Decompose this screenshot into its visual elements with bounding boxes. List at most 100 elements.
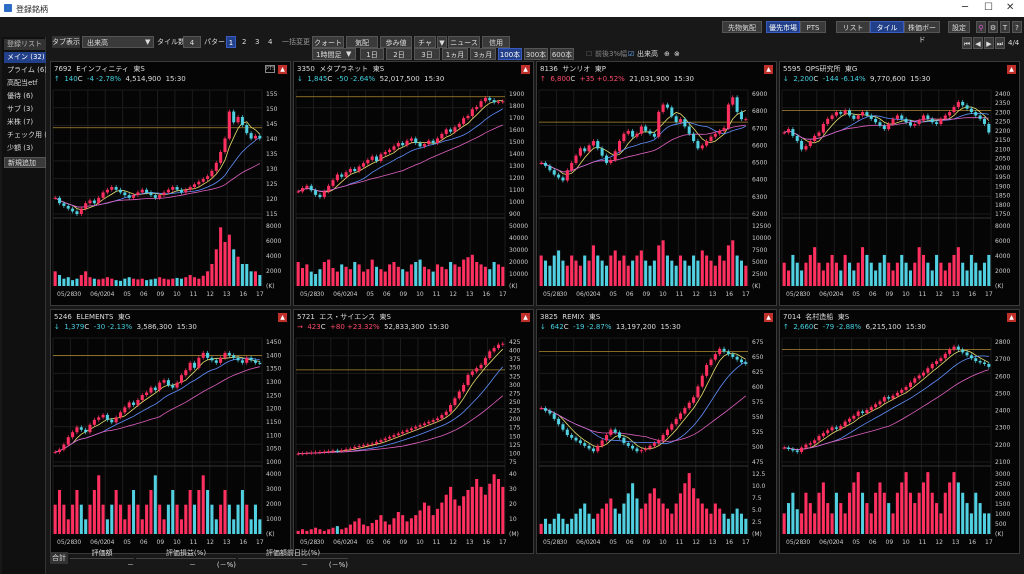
sidebar-item-benefits[interactable]: 優待 (6) bbox=[4, 91, 46, 102]
range-3d-button[interactable]: 3日 bbox=[414, 48, 440, 60]
alert-icon[interactable]: ▲ bbox=[1007, 65, 1016, 74]
candle bbox=[466, 115, 470, 119]
bars-600-button[interactable]: 600本 bbox=[550, 48, 574, 60]
chart-panel[interactable]: 7014 名村造船 東S ↑ 2,660C -79 -2.88% 6,215,1… bbox=[779, 309, 1020, 554]
close-icon[interactable]: ✕ bbox=[1006, 2, 1014, 13]
bars-300-button[interactable]: 300本 bbox=[524, 48, 548, 60]
settings-button[interactable]: 設定 bbox=[948, 21, 970, 33]
minimize-icon[interactable]: ─ bbox=[962, 2, 968, 13]
volume-bar bbox=[826, 262, 830, 286]
candle bbox=[449, 405, 453, 412]
volume: 52,017,500 bbox=[379, 75, 420, 83]
last-page-icon[interactable]: ⏭ bbox=[995, 37, 1005, 49]
candlestick-chart[interactable]: 1450 1400 1350 1300 1250 1200 1150 1100 1050 1000… bbox=[51, 334, 290, 553]
sidebar-item-us[interactable]: 米株 (7) bbox=[4, 117, 46, 128]
candle bbox=[201, 178, 205, 182]
alert-icon[interactable]: ▲ bbox=[278, 313, 287, 322]
stock-board-button[interactable]: 株価ボード bbox=[904, 21, 940, 44]
pattern-4-button[interactable]: 4 bbox=[268, 36, 272, 48]
range3-checkbox[interactable]: ☐ bbox=[586, 48, 592, 60]
sidebar-item-dividend[interactable]: 高配当etf bbox=[4, 78, 46, 89]
candle bbox=[739, 359, 743, 363]
alert-icon[interactable]: ▲ bbox=[764, 65, 773, 74]
x-tick-label: 16 bbox=[239, 291, 247, 298]
alert-icon[interactable]: ▲ bbox=[521, 65, 530, 74]
chart-panel[interactable]: 7692 Eインフィニティ 東S ↑ 140C -4 -2.78% 4,514,… bbox=[50, 61, 291, 306]
candle bbox=[219, 152, 223, 163]
sidebar-item-sub[interactable]: サブ (3) bbox=[4, 104, 46, 115]
alert-icon[interactable]: ▲ bbox=[521, 313, 530, 322]
x-tick-label: 13 bbox=[466, 539, 474, 546]
y-tick-label: 625 bbox=[752, 369, 764, 376]
chevron-down-icon[interactable]: ▼ bbox=[145, 36, 150, 48]
volume-bar bbox=[66, 519, 70, 534]
link-icon[interactable]: ⚲ bbox=[976, 21, 986, 33]
range-1m-button[interactable]: 1ヵ月 bbox=[442, 48, 468, 60]
margin-button[interactable]: 信用 bbox=[482, 36, 510, 48]
tile-button[interactable]: タイル bbox=[870, 21, 904, 33]
ticks-button[interactable]: 歩み値 bbox=[380, 36, 412, 48]
candlestick-chart[interactable]: 675 650 625 600 575 550 525 500 475 12.5 10.0 7.5 5.… bbox=[537, 334, 776, 553]
candle bbox=[158, 195, 162, 198]
candle bbox=[375, 441, 379, 444]
alert-icon[interactable]: ▲ bbox=[764, 313, 773, 322]
first-page-icon[interactable]: ⏮ bbox=[962, 37, 972, 49]
chart-panel[interactable]: 5595 QPS研究所 東G ↓ 2,200C -144 -6.14% 9,77… bbox=[779, 61, 1020, 306]
prev-page-icon[interactable]: ◀ bbox=[973, 37, 983, 49]
x-tick-label: 06 bbox=[140, 539, 148, 546]
refresh-icon[interactable]: ⊗ bbox=[674, 48, 680, 60]
board-button[interactable]: 気配 bbox=[346, 36, 378, 48]
gear-icon[interactable]: ⚙ bbox=[988, 21, 998, 33]
candlestick-chart[interactable]: 2800 2700 2600 2500 2400 2300 2200 2100 3000 2500… bbox=[780, 334, 1019, 553]
x-tick-label: 04 bbox=[836, 291, 844, 298]
pts-toggle[interactable]: PTS bbox=[265, 65, 275, 73]
volume-bar bbox=[379, 515, 383, 534]
alert-icon[interactable]: ▲ bbox=[1007, 313, 1016, 322]
volume-checkbox[interactable]: ☑ bbox=[628, 48, 634, 60]
chart-panel[interactable]: 8136 サンリオ 東P ↑ 6,800C +35 +0.52% 21,031,… bbox=[536, 61, 777, 306]
chart-panel[interactable]: 5721 エス・サイエンス 東S → 423C +80 +23.32% 52,8… bbox=[293, 309, 534, 554]
chevron-down-icon[interactable]: ▼ bbox=[346, 48, 351, 60]
chart-panel[interactable]: 3825 REMIX 東S ↓ 642C -19 -2.87% 13,197,2… bbox=[536, 309, 777, 554]
list-button[interactable]: リスト bbox=[836, 21, 870, 33]
candle bbox=[565, 429, 569, 436]
range-3m-button[interactable]: 3ヵ月 bbox=[470, 48, 496, 60]
candlestick-chart[interactable]: 2400 2350 2300 2250 2200 2150 2100 2050 2000 1950… bbox=[780, 86, 1019, 305]
pattern-1-button[interactable]: 1 bbox=[226, 36, 236, 48]
bars-100-button[interactable]: 100本 bbox=[498, 48, 522, 60]
next-page-icon[interactable]: ▶ bbox=[984, 37, 994, 49]
pattern-2-button[interactable]: 2 bbox=[242, 36, 246, 48]
sidebar-item-small[interactable]: 少額 (3) bbox=[4, 143, 46, 154]
sidebar-item-prime[interactable]: プライム (6) bbox=[4, 65, 46, 76]
chart-menu-button[interactable]: ▼ bbox=[437, 36, 447, 48]
volume-bar bbox=[153, 278, 157, 286]
candlestick-chart[interactable]: 1900 1800 1700 1600 1500 1400 1300 1200 1100 1000… bbox=[294, 86, 533, 305]
volume-bar bbox=[462, 496, 466, 534]
text-icon[interactable]: T bbox=[1000, 21, 1010, 33]
sidebar-item-check[interactable]: チェック用 ( bbox=[4, 130, 46, 141]
sidebar-item-main[interactable]: メイン (32) bbox=[4, 52, 46, 63]
range-1d-button[interactable]: 1日 bbox=[360, 48, 384, 60]
chart-panel[interactable]: 5246 ELEMENTS 東G ↓ 1,379C -30 -2.13% 3,5… bbox=[50, 309, 291, 554]
tab-select[interactable]: 出来高 bbox=[82, 36, 154, 48]
tile-count-select[interactable]: 4 bbox=[183, 36, 201, 48]
futures-button[interactable]: 先物気配 bbox=[722, 21, 762, 33]
quote-button[interactable]: クォート bbox=[312, 36, 344, 48]
add-list-button[interactable]: 新規追加 bbox=[4, 157, 46, 168]
chart-panel[interactable]: 3350 メタプラネット 東S ↓ 1,845C -50 -2.64% 52,0… bbox=[293, 61, 534, 306]
volume-bar bbox=[813, 247, 817, 286]
pattern-3-button[interactable]: 3 bbox=[255, 36, 259, 48]
volume-bar bbox=[982, 513, 986, 534]
candlestick-chart[interactable]: 4254003753503253002752502252001751501251… bbox=[294, 334, 533, 553]
maximize-icon[interactable]: ☐ bbox=[984, 2, 993, 13]
candlestick-chart[interactable]: 6900680067006600650064006300620012500100… bbox=[537, 86, 776, 305]
alert-icon[interactable]: ▲ bbox=[278, 65, 287, 74]
priority-market-button[interactable]: 優先市場 bbox=[766, 21, 800, 33]
zoom-icon[interactable]: ⊕ bbox=[664, 48, 670, 60]
news-button[interactable]: ニュース bbox=[448, 36, 480, 48]
help-icon[interactable]: ? bbox=[1012, 21, 1022, 33]
range-2d-button[interactable]: 2日 bbox=[386, 48, 412, 60]
pts-button[interactable]: PTS bbox=[800, 21, 826, 33]
candlestick-chart[interactable]: 155 150 145 140 135 130 125 120 115 8000 6000 4000 2… bbox=[51, 86, 290, 305]
chart-button[interactable]: チャート bbox=[414, 36, 436, 59]
